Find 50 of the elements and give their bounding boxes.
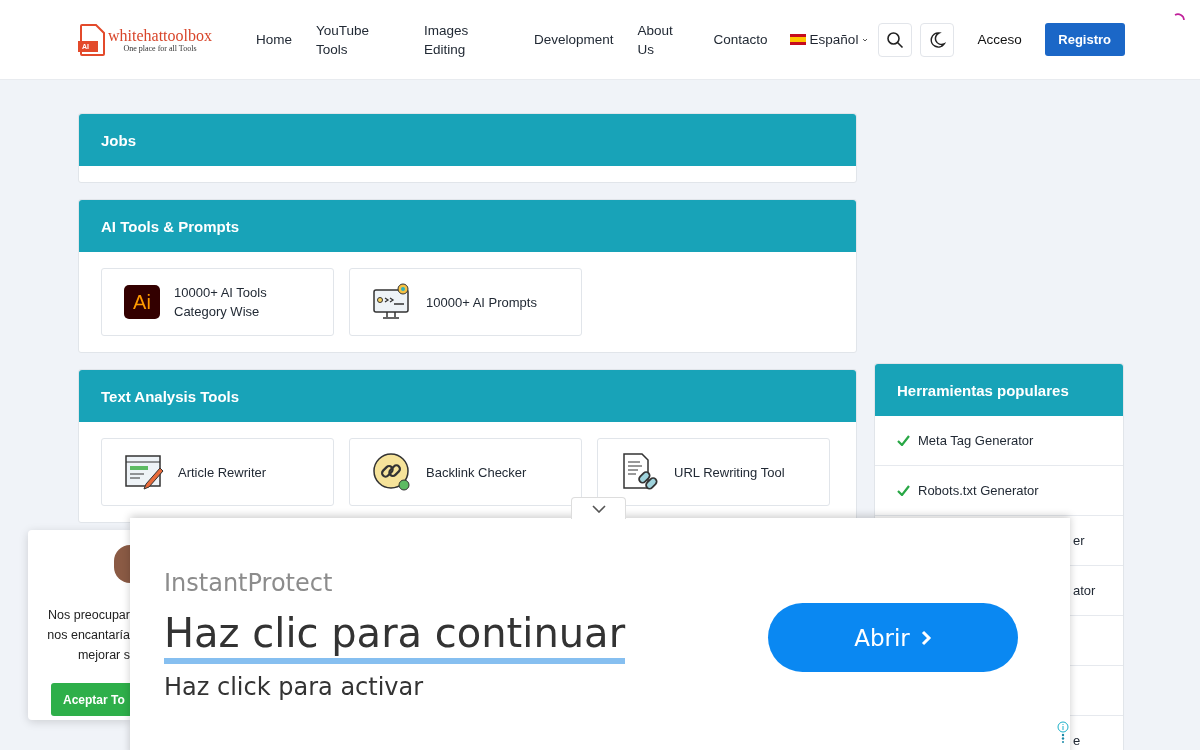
chevron-right-icon	[919, 629, 932, 646]
tool-card[interactable]: Backlink Checker	[349, 438, 582, 506]
ad-subline: Haz click para activar	[164, 672, 425, 703]
ad-brand: InstantProtect	[164, 568, 334, 599]
tool-card[interactable]: Ai 10000+ AI Tools Category Wise	[101, 268, 334, 336]
nav-link[interactable]: Contacto	[713, 30, 768, 49]
logo-name: whitehattoolbox	[108, 26, 212, 44]
chevron-down-icon	[591, 504, 606, 513]
open-button[interactable]: Abrir	[768, 603, 1018, 672]
search-button[interactable]	[878, 22, 913, 57]
moon-icon	[928, 30, 947, 49]
tool-card[interactable]: Article Rewriter	[101, 438, 334, 506]
cookie-text: Nos preocupar	[48, 607, 130, 624]
ad-headline[interactable]: Haz clic para continuar	[164, 608, 626, 664]
tool-link[interactable]: Robots.txt Generator	[918, 483, 1039, 498]
nav-link[interactable]: About Us	[637, 20, 684, 59]
tool-link[interactable]: ator	[1073, 583, 1096, 598]
check-icon	[897, 435, 910, 446]
monitor-icon	[372, 282, 412, 322]
register-button[interactable]: Registro	[1044, 23, 1125, 56]
check-icon	[897, 485, 910, 496]
nav-link[interactable]: Development	[534, 30, 614, 49]
language-select[interactable]: Español	[809, 32, 859, 47]
sidebar-title: Herramientas populares	[897, 381, 1069, 399]
section-title: AI Tools & Prompts	[101, 217, 240, 235]
chain-link-icon	[372, 452, 412, 492]
file-icon	[78, 23, 106, 56]
tool-link[interactable]: e	[1073, 733, 1081, 748]
cookie-text: mejorar s	[77, 647, 130, 664]
cookie-text: nos encantaría	[47, 627, 130, 644]
tool-link[interactable]: er	[1073, 533, 1085, 548]
caret-icon	[862, 36, 869, 43]
document-link-icon	[620, 452, 660, 492]
ai-logo-icon: Ai	[124, 285, 160, 319]
info-icon[interactable]	[1057, 721, 1069, 743]
nav-link[interactable]: Home	[256, 30, 316, 49]
login-link[interactable]: Acceso	[977, 32, 1022, 47]
cookie-icon	[114, 545, 130, 583]
search-icon	[886, 30, 905, 49]
section-title: Jobs	[101, 131, 136, 149]
section-title: Text Analysis Tools	[101, 387, 240, 405]
nav-link[interactable]: YouTube Tools	[316, 20, 376, 59]
logo-tagline: One place for all Tools	[123, 43, 197, 53]
document-pencil-icon	[124, 452, 164, 492]
collapse-button[interactable]	[571, 497, 626, 519]
flag-icon	[789, 34, 806, 45]
tool-link[interactable]: Meta Tag Generator	[918, 433, 1034, 448]
tool-card[interactable]: 10000+ AI Prompts	[349, 268, 582, 336]
nav-link[interactable]: Images Editing	[424, 20, 484, 59]
dark-mode-button[interactable]	[920, 22, 955, 57]
